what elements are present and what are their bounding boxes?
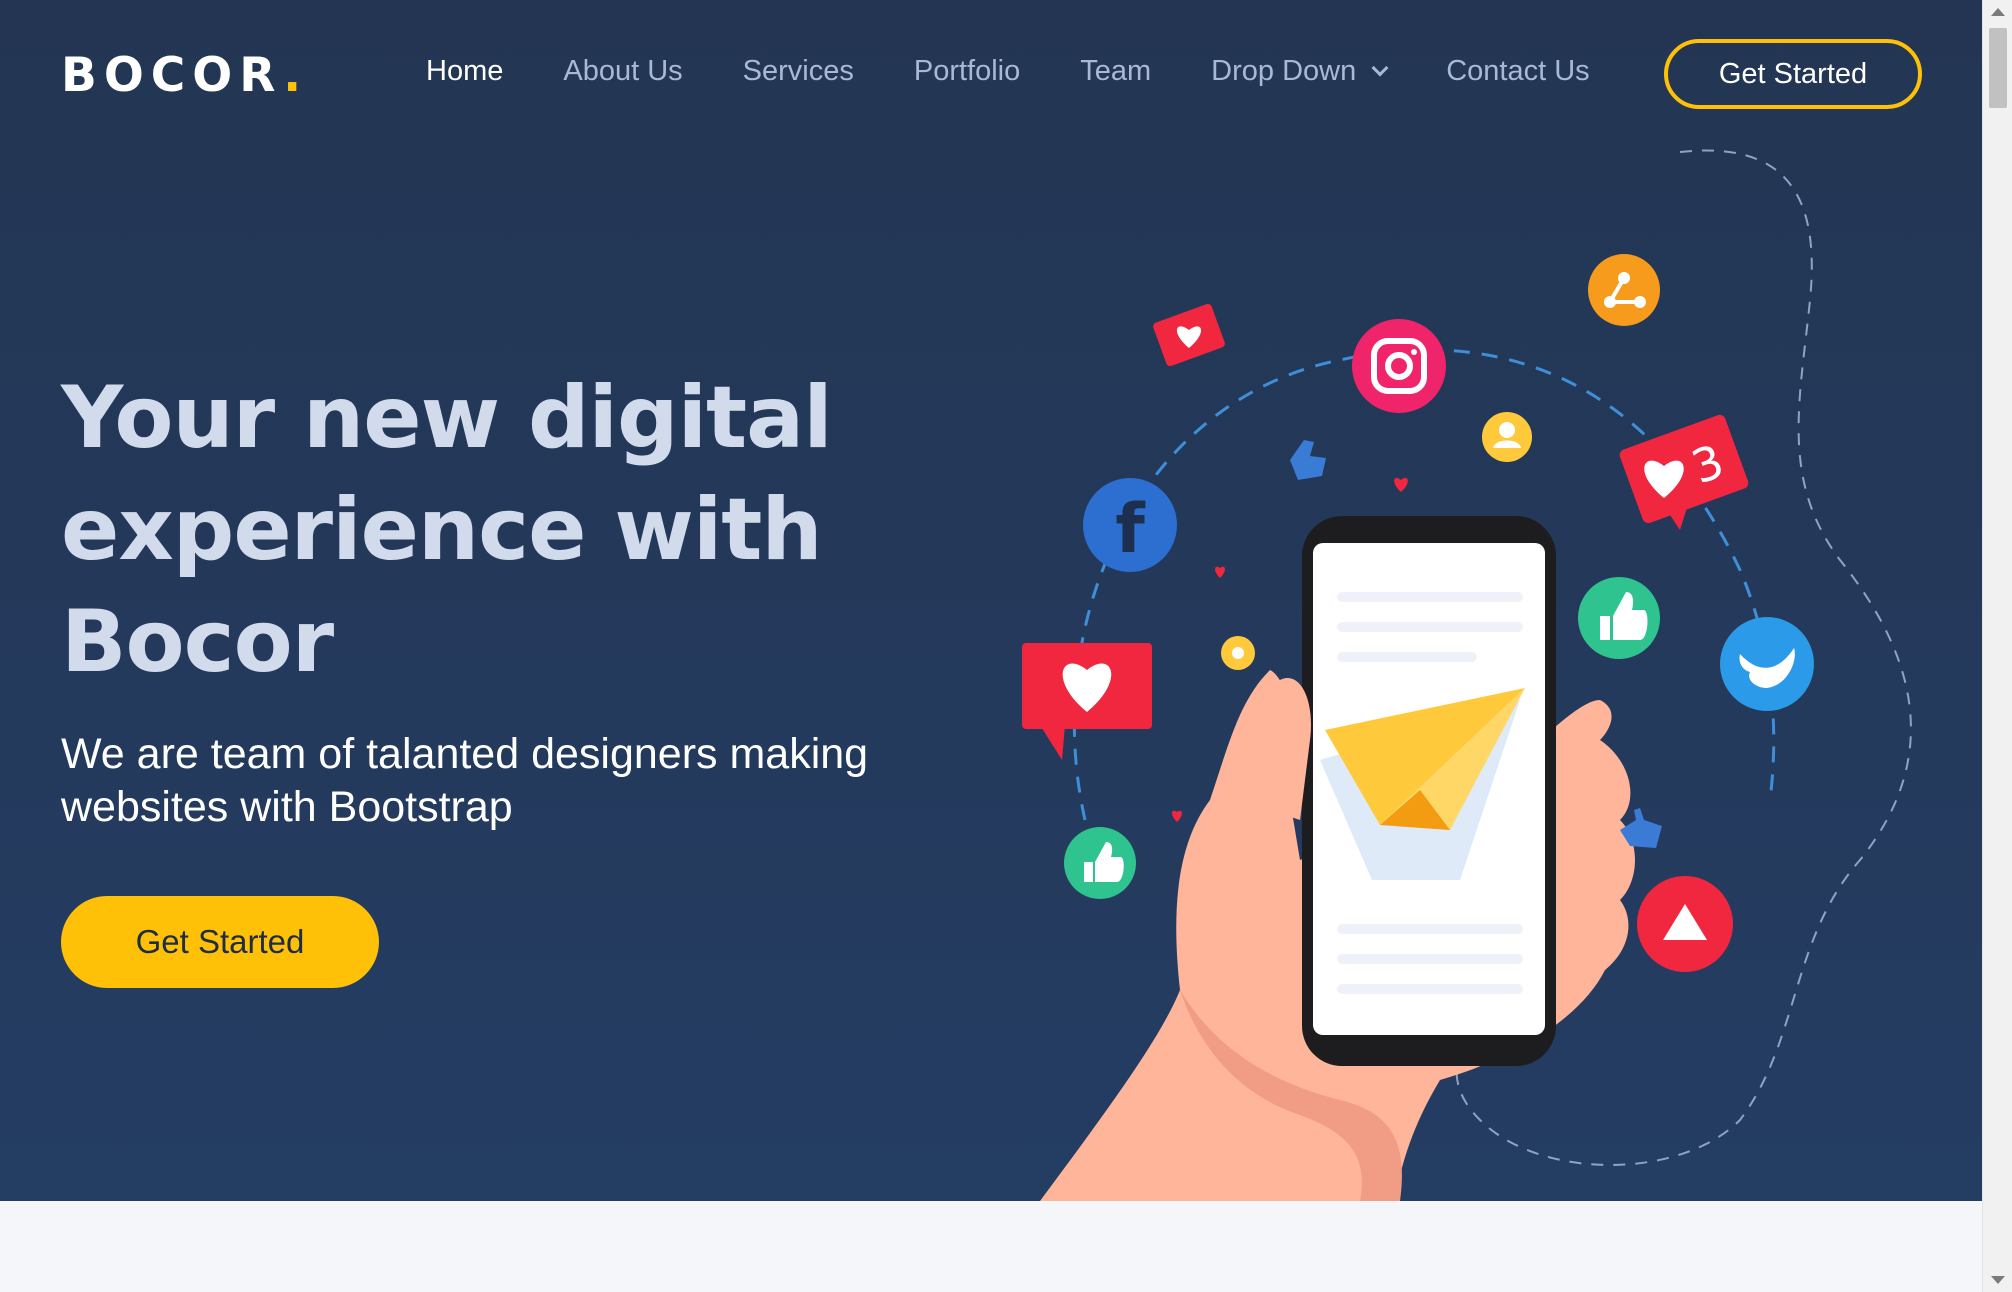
small-heart-icon xyxy=(1172,810,1182,822)
nav-item-team[interactable]: Team xyxy=(1080,55,1151,88)
hero-title-line1: Your new digital xyxy=(61,368,833,468)
nav-item-services[interactable]: Services xyxy=(743,55,854,88)
nav-item-portfolio[interactable]: Portfolio xyxy=(914,55,1020,88)
nav-item-contact-us[interactable]: Contact Us xyxy=(1446,55,1589,88)
heart-bubble-icon xyxy=(1153,303,1225,367)
brand-logo[interactable]: BOCOR. xyxy=(61,48,308,103)
hero-section: BOCOR. Home About Us Services Portfolio … xyxy=(0,0,1982,1201)
scroll-down-icon[interactable] xyxy=(1991,1276,2005,1284)
hero-subtitle-line2: websites with Bootstrap xyxy=(61,783,513,831)
svg-text:f: f xyxy=(1115,490,1146,569)
small-heart-icon xyxy=(1394,477,1408,492)
like-icon xyxy=(1064,827,1136,899)
youtube-icon xyxy=(1637,876,1733,972)
share-small-icon xyxy=(1221,636,1255,670)
chevron-down-icon xyxy=(1371,59,1389,76)
hero-title-line3: Bocor xyxy=(61,592,334,692)
thumbs-up-small-icon xyxy=(1290,440,1326,480)
notification-badge-icon: 3 xyxy=(1619,414,1749,530)
like-icon xyxy=(1578,577,1660,659)
hero-subtitle-line1: We are team of talanted designers making xyxy=(61,730,869,778)
scroll-up-icon[interactable] xyxy=(1991,8,2005,16)
brand-name: BOCOR xyxy=(61,48,284,103)
nav-item-home[interactable]: Home xyxy=(426,55,503,88)
nav-item-drop-down[interactable]: Drop Down xyxy=(1211,55,1389,88)
nav-item-drop-down-label: Drop Down xyxy=(1211,55,1357,87)
hero-get-started-button[interactable]: Get Started xyxy=(61,896,379,988)
facebook-icon: f xyxy=(1083,478,1177,572)
scrollbar-thumb[interactable] xyxy=(1989,28,2007,108)
header-get-started-button[interactable]: Get Started xyxy=(1664,39,1922,109)
like-bubble-icon xyxy=(1022,643,1152,760)
hero-subtitle: We are team of talanted designers making… xyxy=(61,728,961,834)
small-heart-icon xyxy=(1215,566,1225,578)
user-icon xyxy=(1482,412,1532,462)
hero-title: Your new digital experience with Bocor xyxy=(61,362,961,698)
hero-title-line2: experience with xyxy=(61,480,823,580)
share-icon xyxy=(1588,254,1660,326)
brand-dot: . xyxy=(283,48,309,103)
page-scrollbar[interactable] xyxy=(1982,0,2012,1292)
next-section xyxy=(0,1201,1982,1292)
nav-item-about-us[interactable]: About Us xyxy=(563,55,682,88)
twitter-icon xyxy=(1720,617,1814,711)
hero-illustration: f 3 xyxy=(1022,149,1912,1201)
main-nav: Home About Us Services Portfolio Team Dr… xyxy=(426,55,1650,88)
instagram-icon xyxy=(1352,319,1446,413)
